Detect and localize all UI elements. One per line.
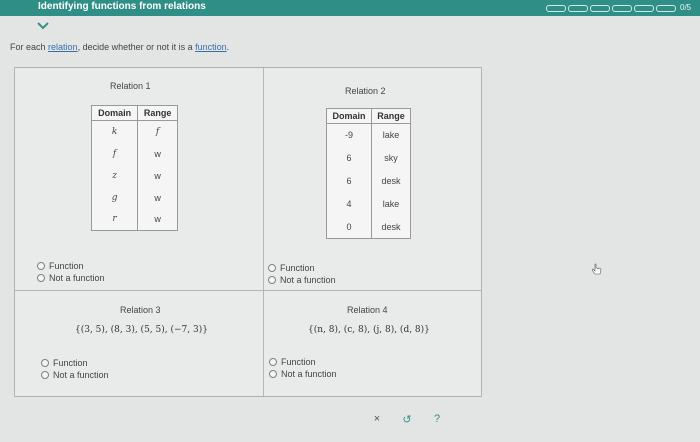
range-cell: f xyxy=(137,120,178,143)
domain-cell: g xyxy=(90,186,139,209)
range-cell: sky xyxy=(371,146,411,170)
option-label: Function xyxy=(49,261,84,271)
instruction-suffix: . xyxy=(226,42,230,52)
grid-divider-vertical xyxy=(263,68,264,396)
relation-2-title: Relation 2 xyxy=(345,86,386,96)
instruction-middle: , decide whether or not it is a xyxy=(77,42,196,52)
radio-button[interactable] xyxy=(37,262,45,270)
radio-button[interactable] xyxy=(268,264,276,272)
option-label: Function xyxy=(53,358,88,368)
relations-grid: Relation 1 Domain Range k f f w z w g w … xyxy=(14,67,482,397)
relation-2-function-option[interactable]: Function xyxy=(268,263,315,273)
option-label: Function xyxy=(281,357,316,367)
instruction-prefix: For each xyxy=(10,42,49,52)
option-label: Not a function xyxy=(53,370,109,380)
chevron-down-icon[interactable] xyxy=(36,20,50,32)
relation-2-table: Domain Range -9 lake 6 sky 6 desk 4 lake… xyxy=(325,108,411,239)
answer-actions: × ↺ ? xyxy=(362,410,452,428)
radio-button[interactable] xyxy=(269,370,277,378)
range-cell: desk xyxy=(371,215,411,239)
domain-cell: 4 xyxy=(325,192,373,216)
domain-cell: f xyxy=(90,142,139,165)
relation-3-title: Relation 3 xyxy=(120,305,161,315)
relation-3-not-function-option[interactable]: Not a function xyxy=(41,370,109,380)
domain-header: Domain xyxy=(90,105,139,121)
range-cell: w xyxy=(137,186,178,209)
relation-link[interactable]: relation xyxy=(48,42,78,52)
page-title: Identifying functions from relations xyxy=(38,1,206,12)
range-cell: w xyxy=(137,208,178,231)
option-label: Not a function xyxy=(281,369,337,379)
progress-segment xyxy=(568,5,588,12)
domain-cell: r xyxy=(90,208,139,231)
domain-cell: 6 xyxy=(325,146,373,170)
relation-4-not-function-option[interactable]: Not a function xyxy=(269,369,337,379)
domain-cell: z xyxy=(90,164,139,187)
progress-segment xyxy=(656,5,676,12)
radio-button[interactable] xyxy=(37,274,45,282)
option-label: Not a function xyxy=(49,273,105,283)
undo-button[interactable]: ↺ xyxy=(392,410,422,428)
range-cell: w xyxy=(137,164,178,187)
relation-4-title: Relation 4 xyxy=(347,305,388,315)
top-bar: Identifying functions from relations 0/5 xyxy=(0,0,700,16)
relation-1-not-function-option[interactable]: Not a function xyxy=(37,273,105,283)
range-cell: desk xyxy=(371,169,411,193)
relation-3-set: {(3, 5), (8, 3), (5, 5), (−7, 3)} xyxy=(75,325,208,335)
instructions: For each relation, decide whether or not… xyxy=(10,42,229,52)
progress-segment xyxy=(634,5,654,12)
relation-1-title: Relation 1 xyxy=(110,81,151,91)
radio-button[interactable] xyxy=(41,359,49,367)
clear-button[interactable]: × xyxy=(362,410,392,428)
progress-segment xyxy=(590,5,610,12)
function-link[interactable]: function xyxy=(195,42,227,52)
relation-1-table: Domain Range k f f w z w g w r w xyxy=(90,105,178,231)
relation-1-function-option[interactable]: Function xyxy=(37,261,84,271)
relation-4-function-option[interactable]: Function xyxy=(269,357,316,367)
progress-segment xyxy=(546,5,566,12)
option-label: Not a function xyxy=(280,275,336,285)
range-cell: lake xyxy=(371,192,411,216)
domain-cell: 6 xyxy=(325,169,373,193)
domain-cell: k xyxy=(90,120,139,143)
radio-button[interactable] xyxy=(269,358,277,366)
option-label: Function xyxy=(280,263,315,273)
progress-bar xyxy=(546,5,678,12)
relation-2-not-function-option[interactable]: Not a function xyxy=(268,275,336,285)
domain-cell: 0 xyxy=(325,215,373,239)
range-header: Range xyxy=(371,108,411,124)
help-button[interactable]: ? xyxy=(422,410,452,428)
pointer-cursor-icon xyxy=(592,263,602,275)
grid-divider-horizontal xyxy=(15,290,481,291)
relation-3-function-option[interactable]: Function xyxy=(41,358,88,368)
radio-button[interactable] xyxy=(268,276,276,284)
progress-segment xyxy=(612,5,632,12)
range-cell: w xyxy=(137,142,178,165)
domain-cell: -9 xyxy=(325,123,373,147)
range-cell: lake xyxy=(371,123,411,147)
progress-label: 0/5 xyxy=(680,3,692,12)
domain-header: Domain xyxy=(325,108,373,124)
radio-button[interactable] xyxy=(41,371,49,379)
range-header: Range xyxy=(137,105,178,121)
relation-4-set: {(n, 8), (c, 8), (j, 8), (d, 8)} xyxy=(308,325,430,335)
